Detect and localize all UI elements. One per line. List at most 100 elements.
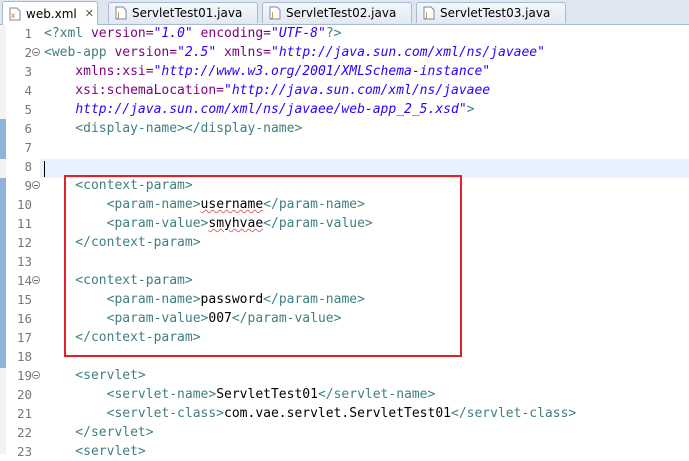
code-token: http://java.sun.com/xml/ns/javaee/web-ap… — [75, 102, 467, 117]
code-token: web-app — [51, 45, 115, 60]
svg-text:J: J — [271, 11, 274, 19]
code-text: <servlet> — [44, 366, 146, 385]
xml-file-icon: X — [8, 7, 22, 21]
code-text: <web-app version="2.5" xmlns="http://jav… — [44, 43, 545, 62]
code-token: <display-name></display-name> — [44, 121, 303, 136]
tab-web-xml[interactable]: X web.xml ✕ — [2, 1, 98, 25]
code-token: xml — [59, 26, 91, 41]
code-line[interactable]: 7 — [0, 138, 689, 157]
svg-text:J: J — [425, 11, 428, 19]
code-token: "http://java.sun.com/xml/ns/javaee — [224, 83, 491, 98]
code-token: "http://java.sun.com/xml/ns/javaee" — [271, 45, 545, 60]
code-token: xmlns:xsi= — [44, 64, 154, 79]
code-text: <servlet-name>ServletTest01</servlet-nam… — [44, 385, 436, 404]
line-number: 9 — [24, 178, 32, 193]
tab-servlettest01[interactable]: J ServletTest01.java — [108, 2, 258, 23]
editor-tab-bar: X web.xml ✕ J ServletTest01.java J Servl… — [0, 0, 689, 25]
code-text: xsi:schemaLocation="http://java.sun.com/… — [44, 81, 490, 100]
java-file-icon: J — [114, 6, 128, 20]
line-number: 22 — [16, 425, 32, 440]
line-number: 12 — [16, 235, 32, 250]
code-line[interactable]: 22 </servlet> — [0, 423, 689, 442]
line-number: 2 — [24, 45, 32, 60]
code-token: encoding= — [192, 26, 272, 41]
code-token: ServletTest01 — [216, 387, 318, 402]
code-line[interactable]: 1 <?xml version="1.0" encoding="UTF-8"?> — [0, 24, 689, 43]
tab-label: ServletTest01.java — [132, 6, 243, 20]
fold-toggle-icon[interactable] — [32, 276, 40, 284]
code-line[interactable]: 6 <display-name></display-name> — [0, 119, 689, 138]
code-text: http://java.sun.com/xml/ns/javaee/web-ap… — [44, 100, 474, 119]
code-text: <servlet> — [44, 442, 146, 461]
code-line[interactable]: 8 — [0, 157, 689, 176]
code-token: <? — [44, 26, 60, 41]
line-number: 15 — [16, 292, 32, 307]
code-token: com.vae.servlet.ServletTest01 — [224, 406, 451, 421]
code-token: <servlet> — [44, 444, 146, 459]
fold-toggle-icon[interactable] — [32, 181, 40, 189]
code-line[interactable]: 4 xsi:schemaLocation="http://java.sun.co… — [0, 81, 689, 100]
fold-toggle-icon[interactable] — [32, 371, 40, 379]
text-caret — [44, 161, 45, 177]
code-token: <servlet-name> — [44, 387, 217, 402]
code-token: version= — [90, 26, 154, 41]
line-number: 17 — [16, 330, 32, 345]
tab-servlettest03[interactable]: J ServletTest03.java — [416, 2, 566, 23]
line-number: 19 — [16, 368, 32, 383]
svg-text:X: X — [11, 13, 15, 20]
code-text: xmlns:xsi="http://www.w3.org/2001/XMLSch… — [44, 62, 490, 81]
code-text: <?xml version="1.0" encoding="UTF-8"?> — [44, 24, 341, 43]
tab-label: ServletTest02.java — [286, 6, 397, 20]
line-number: 13 — [16, 254, 32, 269]
line-number: 6 — [24, 121, 32, 136]
tab-servlettest02[interactable]: J ServletTest02.java — [262, 2, 412, 23]
code-line[interactable]: 23 <servlet> — [0, 442, 689, 461]
line-number: 14 — [16, 273, 32, 288]
code-editor[interactable]: 1 <?xml version="1.0" encoding="UTF-8"?> 2… — [0, 24, 689, 459]
code-text: <display-name></display-name> — [44, 119, 302, 138]
line-number: 10 — [16, 197, 32, 212]
code-line[interactable]: 19 <servlet> — [0, 366, 689, 385]
code-token: "http://www.w3.org/2001/XMLSchema-instan… — [153, 64, 491, 79]
annotation-red-box — [64, 175, 462, 357]
line-number: 20 — [16, 387, 32, 402]
code-token: <servlet> — [44, 368, 146, 383]
code-line[interactable]: 21 <servlet-class>com.vae.servlet.Servle… — [0, 404, 689, 423]
code-token: xsi:schemaLocation= — [44, 83, 225, 98]
code-token: ?> — [325, 26, 342, 41]
code-token: < — [44, 45, 52, 60]
line-number: 1 — [24, 26, 32, 41]
code-token: "1.0" — [153, 26, 193, 41]
svg-text:J: J — [117, 11, 120, 19]
java-file-icon: J — [422, 6, 436, 20]
code-line[interactable]: 5 http://java.sun.com/xml/ns/javaee/web-… — [0, 100, 689, 119]
code-token: xmlns= — [216, 45, 272, 60]
code-token: "2.5" — [177, 45, 217, 60]
line-number: 3 — [24, 64, 32, 79]
line-number: 8 — [24, 159, 32, 174]
code-text: </servlet> — [44, 423, 154, 442]
code-token: </servlet> — [44, 425, 154, 440]
close-icon[interactable]: ✕ — [85, 7, 94, 20]
line-number: 4 — [24, 83, 32, 98]
code-text: <servlet-class>com.vae.servlet.ServletTe… — [44, 404, 577, 423]
code-line[interactable]: 20 <servlet-name>ServletTest01</servlet-… — [0, 385, 689, 404]
line-number: 7 — [24, 140, 32, 155]
java-file-icon: J — [268, 6, 282, 20]
line-number: 16 — [16, 311, 32, 326]
code-token: version= — [114, 45, 178, 60]
code-line[interactable]: 3 xmlns:xsi="http://www.w3.org/2001/XMLS… — [0, 62, 689, 81]
code-token: </servlet-name> — [317, 387, 436, 402]
code-line[interactable]: 2 <web-app version="2.5" xmlns="http://ja… — [0, 43, 689, 62]
tab-label: web.xml — [26, 6, 77, 21]
line-number: 11 — [16, 216, 32, 231]
line-number: 21 — [16, 406, 32, 421]
line-number: 23 — [16, 444, 32, 459]
tab-label: ServletTest03.java — [440, 6, 551, 20]
fold-toggle-icon[interactable] — [32, 48, 40, 56]
line-number: 18 — [16, 349, 32, 364]
code-token: "UTF-8" — [271, 26, 326, 41]
line-number: 5 — [24, 102, 32, 117]
code-token: <servlet-class> — [44, 406, 225, 421]
